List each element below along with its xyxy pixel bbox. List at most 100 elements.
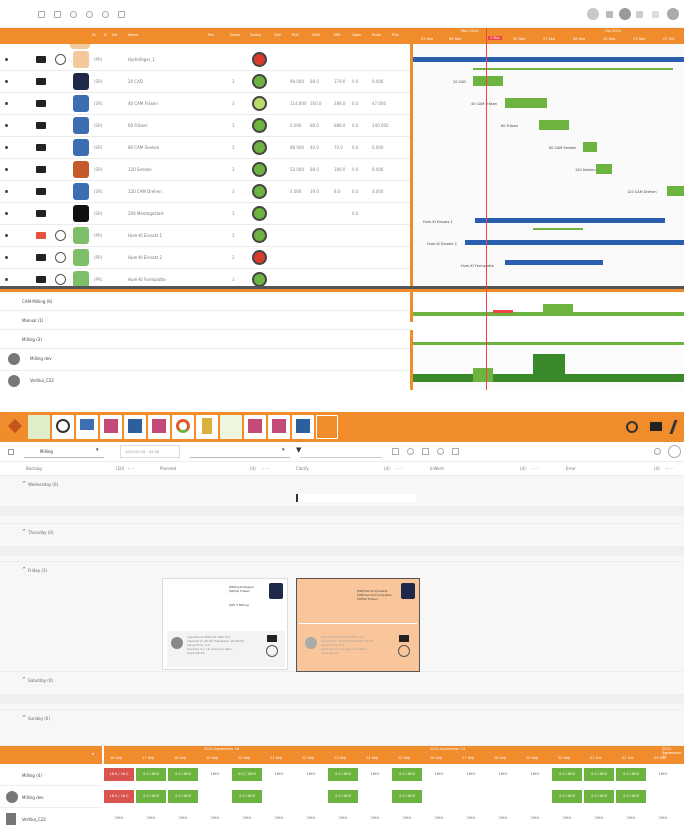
chair-icon[interactable]	[268, 415, 290, 439]
prev-icon[interactable]: ‹ ⋯	[128, 466, 135, 471]
mail-icon[interactable]	[36, 188, 46, 195]
refresh-icon[interactable]	[407, 448, 414, 455]
capacity-cell[interactable]: 0.0 / 8h5	[168, 768, 198, 781]
resource-row[interactable]: CAM-Milling (6)	[0, 292, 410, 311]
gantt-bar[interactable]	[667, 186, 684, 196]
select-radio[interactable]	[266, 645, 278, 657]
table-row[interactable]: (SR) 120 CAM Drehen 3 4.000 19.0 8.0 0.0 4.000	[0, 181, 410, 203]
row-name[interactable]: Hum-Kl Einsatz 1	[128, 233, 162, 238]
row-handle[interactable]	[5, 256, 8, 259]
target-module-icon[interactable]	[52, 415, 74, 439]
row-handle[interactable]	[5, 212, 8, 215]
monitor-icon[interactable]	[76, 415, 98, 439]
drop-zone[interactable]	[296, 494, 416, 502]
capacity-cell[interactable]: 20h5	[200, 812, 230, 825]
mail-icon[interactable]	[36, 100, 46, 107]
col-sw[interactable]: S/W	[274, 33, 281, 37]
books-icon[interactable]	[124, 415, 146, 439]
module-icon[interactable]	[220, 415, 242, 439]
capacity-cell[interactable]: 0.0 / 8h5	[328, 768, 358, 781]
mail-icon[interactable]	[36, 232, 46, 239]
list-icon[interactable]	[8, 449, 14, 455]
mail-icon[interactable]	[36, 144, 46, 151]
col-pos[interactable]: Pos	[208, 33, 214, 37]
prev-icon[interactable]: ‹ ⋯	[262, 466, 269, 471]
day-header-saturday[interactable]: Saturday (0)	[28, 678, 53, 683]
day-header-friday[interactable]: Friday (3)	[28, 568, 47, 573]
col-mw[interactable]: MW	[334, 33, 340, 37]
table-row[interactable]: (SR) 80 CAM Senken 3 88.000 40.0 70.0 0.0 0.000	[0, 137, 410, 159]
select-radio[interactable]	[398, 645, 410, 657]
capacity-cell[interactable]: 0.0 / 8h5	[616, 790, 646, 803]
row-name[interactable]: 200 Montagestart	[128, 211, 164, 216]
select-radio[interactable]	[55, 230, 66, 241]
capacity-row[interactable]: Vertika_C22	[0, 808, 102, 830]
capacity-cell[interactable]: 20h5	[616, 812, 646, 825]
capacity-cell[interactable]	[424, 790, 454, 803]
filter-text-input[interactable]	[300, 445, 382, 458]
row-name[interactable]: 120 CAM Drehen	[128, 189, 162, 194]
zoom-in-icon[interactable]	[86, 11, 93, 18]
resource-row[interactable]: Vertika_C22	[0, 371, 410, 390]
view-icon[interactable]	[392, 448, 399, 455]
row-name[interactable]: Hum-Kl Einsatz 2	[128, 255, 162, 260]
capacity-cell[interactable]	[456, 790, 486, 803]
table-row[interactable]: (PR) Hum-Kl Einsatz 2 2	[0, 247, 410, 269]
books-icon[interactable]	[292, 415, 314, 439]
gauge-icon[interactable]	[172, 415, 194, 439]
capacity-cell[interactable]: 0.0 / 8h5	[552, 768, 582, 781]
row-handle[interactable]	[5, 146, 8, 149]
table-row[interactable]: (SR) 40 CAM Fräsen 3 114.800 160.0 288.0 0.0 47…	[0, 93, 410, 115]
capacity-cell[interactable]: 16h5	[200, 768, 230, 781]
capacity-cell[interactable]: 20h5	[136, 812, 166, 825]
table-icon[interactable]	[452, 448, 459, 455]
col-ende[interactable]: Ende	[372, 33, 381, 37]
capacity-cell[interactable]: 20h5	[296, 812, 326, 825]
mail-icon[interactable]	[36, 210, 46, 217]
day-header-wednesday[interactable]: Wednesday (0)	[28, 482, 58, 487]
row-name[interactable]: 40 CAM Fräsen	[128, 101, 158, 106]
capacity-cell[interactable]: 0.0 / 8h5	[392, 768, 422, 781]
calendar-icon[interactable]	[118, 11, 125, 18]
date-range-input[interactable]: 2024-09-16 - 04.08	[120, 445, 180, 458]
col-dauer[interactable]: Dauer	[230, 33, 241, 37]
settings-icon[interactable]	[667, 8, 679, 20]
prev-icon[interactable]: ‹ ⋯	[532, 466, 539, 471]
capacity-cell[interactable]: 20h5	[232, 812, 262, 825]
prev-icon[interactable]: ‹ ⋯	[396, 466, 403, 471]
resource-row[interactable]: Manual (1)	[0, 311, 410, 330]
capacity-cell[interactable]: 20h5	[168, 812, 198, 825]
resource-row[interactable]: Milling dev	[0, 349, 410, 371]
capacity-cell[interactable]	[520, 790, 550, 803]
col-prio[interactable]: Prio	[392, 33, 399, 37]
chair-icon[interactable]	[148, 415, 170, 439]
capacity-row[interactable]: Milling (4)	[0, 764, 102, 786]
user-icon[interactable]	[422, 448, 429, 455]
table-row[interactable]: (PR) Hydrofeger_1	[0, 49, 410, 71]
prev-icon[interactable]: ‹ ⋯	[666, 466, 673, 471]
row-handle[interactable]	[5, 58, 8, 61]
col-n[interactable]: N	[104, 33, 107, 37]
capacity-cell[interactable]: 16h5	[424, 768, 454, 781]
capacity-cell[interactable]	[296, 790, 326, 803]
row-name[interactable]: Hydrofeger_1	[128, 57, 155, 62]
reload-icon[interactable]	[654, 448, 661, 455]
module-icon[interactable]	[28, 415, 50, 439]
gantt-bar-blue[interactable]	[465, 240, 684, 245]
select-radio[interactable]	[55, 274, 66, 285]
row-name[interactable]: 120 Senken	[128, 167, 152, 172]
select-radio[interactable]	[55, 54, 66, 65]
edit-icon[interactable]	[668, 445, 681, 458]
tool-icon[interactable]	[669, 420, 684, 434]
gantt-bar[interactable]	[505, 98, 547, 108]
capacity-cell[interactable]: 0.0 / 16h5	[232, 768, 262, 781]
capacity-cell[interactable]: 16.0 / 16.0	[104, 768, 134, 781]
mail-icon[interactable]	[399, 635, 409, 642]
row-handle[interactable]	[5, 124, 8, 127]
scan-icon[interactable]	[316, 415, 338, 439]
col-id[interactable]: ID	[92, 33, 96, 37]
capacity-cell[interactable]: 20h5	[424, 812, 454, 825]
capacity-cell[interactable]	[488, 790, 518, 803]
row-handle[interactable]	[5, 168, 8, 171]
capacity-cell[interactable]	[200, 790, 230, 803]
